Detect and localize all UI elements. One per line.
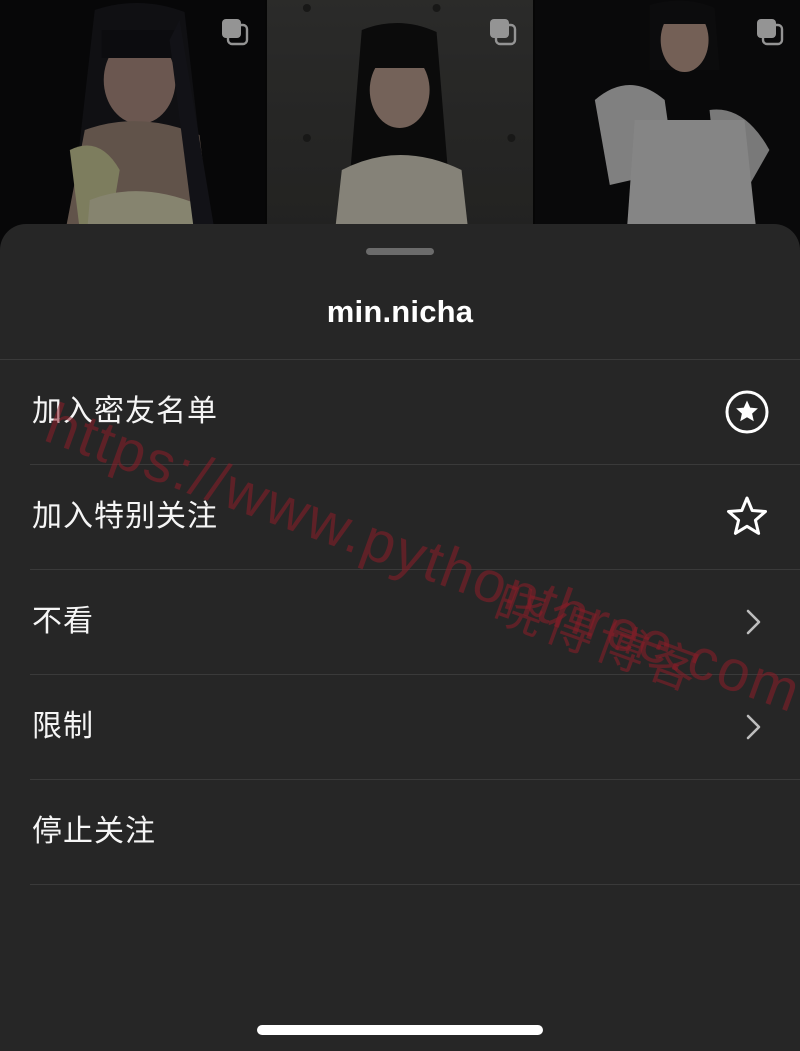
menu-item-label: 加入特别关注 [32, 499, 218, 534]
menu-item-restrict[interactable]: 限制 [30, 675, 800, 780]
profile-photo-grid [0, 0, 800, 260]
dim-overlay[interactable] [0, 0, 800, 260]
chevron-right-icon [746, 609, 761, 635]
close-friends-star-circle-icon [725, 390, 769, 434]
sheet-grabber[interactable] [366, 248, 434, 255]
menu-item-mute[interactable]: 不看 [30, 570, 800, 675]
star-outline-icon [727, 496, 767, 535]
options-menu: 加入密友名单 加入特别关注 不看 限制 停止关注 [0, 360, 800, 885]
home-indicator[interactable] [257, 1025, 543, 1035]
menu-item-label: 不看 [32, 604, 94, 639]
menu-item-label: 限制 [32, 709, 94, 744]
chevron-right-icon [746, 714, 761, 740]
menu-item-favorites[interactable]: 加入特别关注 [30, 465, 800, 570]
sheet-title-username: min.nicha [326, 294, 474, 329]
menu-item-close-friends[interactable]: 加入密友名单 [30, 360, 800, 465]
menu-item-label: 停止关注 [32, 814, 156, 849]
menu-item-label: 加入密友名单 [32, 394, 218, 429]
action-sheet: min.nicha 加入密友名单 加入特别关注 不看 限制 停止关注 [0, 224, 800, 1051]
menu-item-unfollow[interactable]: 停止关注 [30, 780, 800, 885]
screen: min.nicha 加入密友名单 加入特别关注 不看 限制 停止关注 https… [0, 0, 800, 1051]
